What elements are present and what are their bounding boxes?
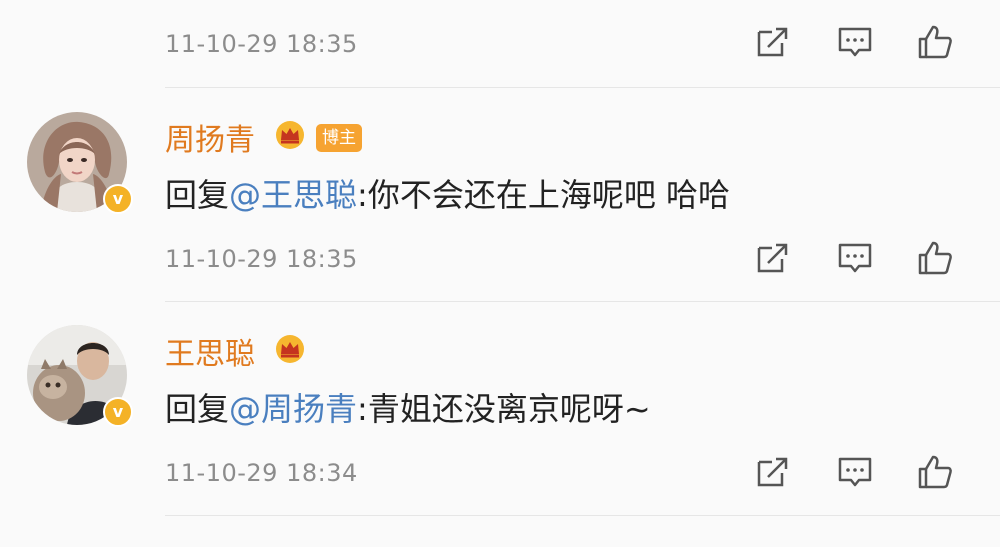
reply-prefix: 回复 (165, 176, 230, 214)
author-name[interactable]: 周扬青 (165, 115, 255, 159)
action-bar (0, 452, 1000, 502)
crown-icon (272, 120, 308, 150)
action-bar (0, 238, 1000, 288)
comment-body: :你不会还在上海呢吧 哈哈 (357, 176, 730, 214)
like-icon[interactable] (915, 238, 955, 278)
verified-badge: v (103, 397, 133, 427)
mention-link[interactable]: @王思聪 (229, 176, 357, 214)
divider (165, 515, 1000, 516)
divider (165, 301, 1000, 302)
comment-icon[interactable] (835, 22, 875, 62)
comment-body: :青姐还没离京呢呀~ (357, 390, 651, 428)
share-icon[interactable] (752, 238, 792, 278)
share-icon[interactable] (752, 452, 792, 492)
action-bar (0, 22, 1000, 72)
comment-icon[interactable] (835, 452, 875, 492)
comment-text: 回复@周扬青:青姐还没离京呢呀~ (165, 384, 651, 430)
verified-badge: v (103, 184, 133, 214)
comment-text: 回复@王思聪:你不会还在上海呢吧 哈哈 (165, 170, 730, 216)
host-badge: 博主 (316, 124, 362, 152)
author-name[interactable]: 王思聪 (165, 329, 255, 373)
crown-icon (272, 334, 308, 364)
like-icon[interactable] (915, 452, 955, 492)
mention-link[interactable]: @周扬青 (229, 390, 357, 428)
like-icon[interactable] (915, 22, 955, 62)
avatar-wrap: v (27, 325, 133, 429)
divider (165, 87, 1000, 88)
reply-prefix: 回复 (165, 390, 230, 428)
avatar-wrap: v (27, 112, 133, 216)
comment-icon[interactable] (835, 238, 875, 278)
share-icon[interactable] (752, 22, 792, 62)
